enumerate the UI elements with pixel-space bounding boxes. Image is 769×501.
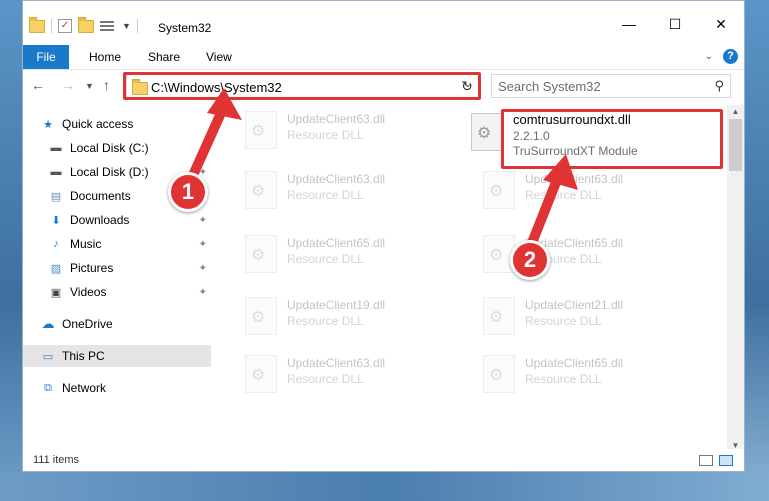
step-2-badge: 2: [510, 240, 550, 280]
arrow-2-head: [543, 154, 578, 190]
arrow-1-shaft: [185, 99, 230, 187]
annotation-arrows: [185, 88, 578, 253]
arrow-1-head: [207, 88, 242, 120]
step-1-badge: 1: [168, 172, 208, 212]
